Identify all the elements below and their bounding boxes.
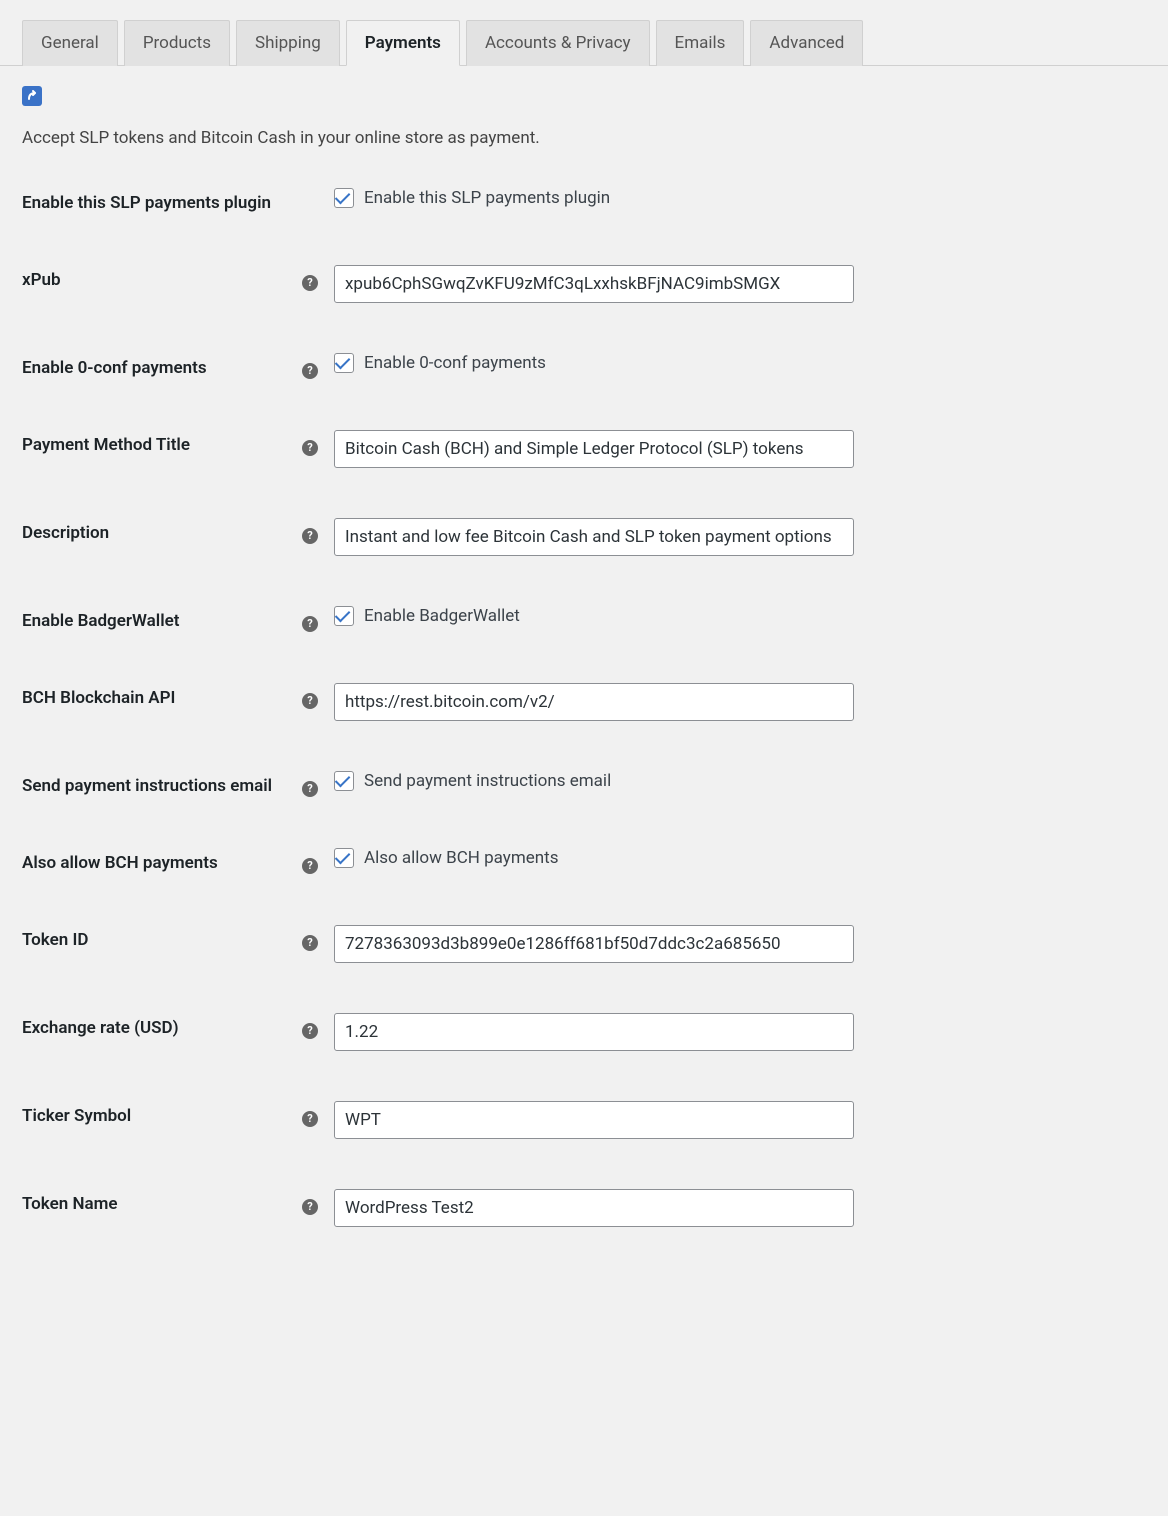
enable-badger-label: Enable BadgerWallet [22,606,302,633]
tab-payments[interactable]: Payments [346,20,460,66]
xpub-label: xPub [22,265,302,292]
enable-plugin-label: Enable this SLP payments plugin [22,188,302,215]
help-icon[interactable]: ? [302,616,318,632]
allow-bch-label: Also allow BCH payments [22,848,302,875]
help-icon[interactable]: ? [302,858,318,874]
settings-content: Accept SLP tokens and Bitcoin Cash in yo… [0,66,1168,1297]
send-email-label: Send payment instructions email [22,771,302,798]
tab-advanced[interactable]: Advanced [750,20,863,66]
token-id-input[interactable] [334,925,854,963]
enable-plugin-checkbox-label: Enable this SLP payments plugin [364,188,610,208]
enable-plugin-checkbox[interactable] [334,188,354,208]
help-icon[interactable]: ? [302,1023,318,1039]
bch-api-input[interactable] [334,683,854,721]
bch-api-label: BCH Blockchain API [22,683,302,710]
enable-0conf-checkbox[interactable] [334,353,354,373]
allow-bch-checkbox[interactable] [334,848,354,868]
allow-bch-checkbox-label: Also allow BCH payments [364,848,558,868]
payment-method-title-input[interactable] [334,430,854,468]
description-label: Description [22,518,302,545]
help-icon[interactable]: ? [302,1111,318,1127]
help-icon[interactable]: ? [302,693,318,709]
payment-method-title-label: Payment Method Title [22,430,302,457]
enable-badger-checkbox[interactable] [334,606,354,626]
help-icon[interactable]: ? [302,781,318,797]
help-icon[interactable]: ? [302,440,318,456]
ticker-label: Ticker Symbol [22,1101,302,1128]
exchange-rate-input[interactable] [334,1013,854,1051]
token-name-input[interactable] [334,1189,854,1227]
enable-badger-checkbox-label: Enable BadgerWallet [364,606,520,626]
tab-accounts-privacy[interactable]: Accounts & Privacy [466,20,650,66]
send-email-checkbox-label: Send payment instructions email [364,771,611,791]
help-icon[interactable]: ? [302,1199,318,1215]
enable-0conf-label: Enable 0-conf payments [22,353,302,380]
exchange-rate-label: Exchange rate (USD) [22,1013,302,1040]
settings-tabs: General Products Shipping Payments Accou… [0,20,1168,66]
tab-general[interactable]: General [22,20,118,66]
tab-emails[interactable]: Emails [656,20,745,66]
help-icon[interactable]: ? [302,363,318,379]
token-name-label: Token Name [22,1189,302,1216]
send-email-checkbox[interactable] [334,771,354,791]
enable-0conf-checkbox-label: Enable 0-conf payments [364,353,546,373]
token-id-label: Token ID [22,925,302,952]
plugin-icon-row [22,86,1146,110]
description-input[interactable] [334,518,854,556]
tab-shipping[interactable]: Shipping [236,20,340,66]
help-icon[interactable]: ? [302,528,318,544]
plugin-description: Accept SLP tokens and Bitcoin Cash in yo… [22,128,1146,148]
tab-products[interactable]: Products [124,20,230,66]
help-icon[interactable]: ? [302,935,318,951]
plugin-icon [22,86,42,106]
xpub-input[interactable] [334,265,854,303]
ticker-input[interactable] [334,1101,854,1139]
help-icon[interactable]: ? [302,275,318,291]
